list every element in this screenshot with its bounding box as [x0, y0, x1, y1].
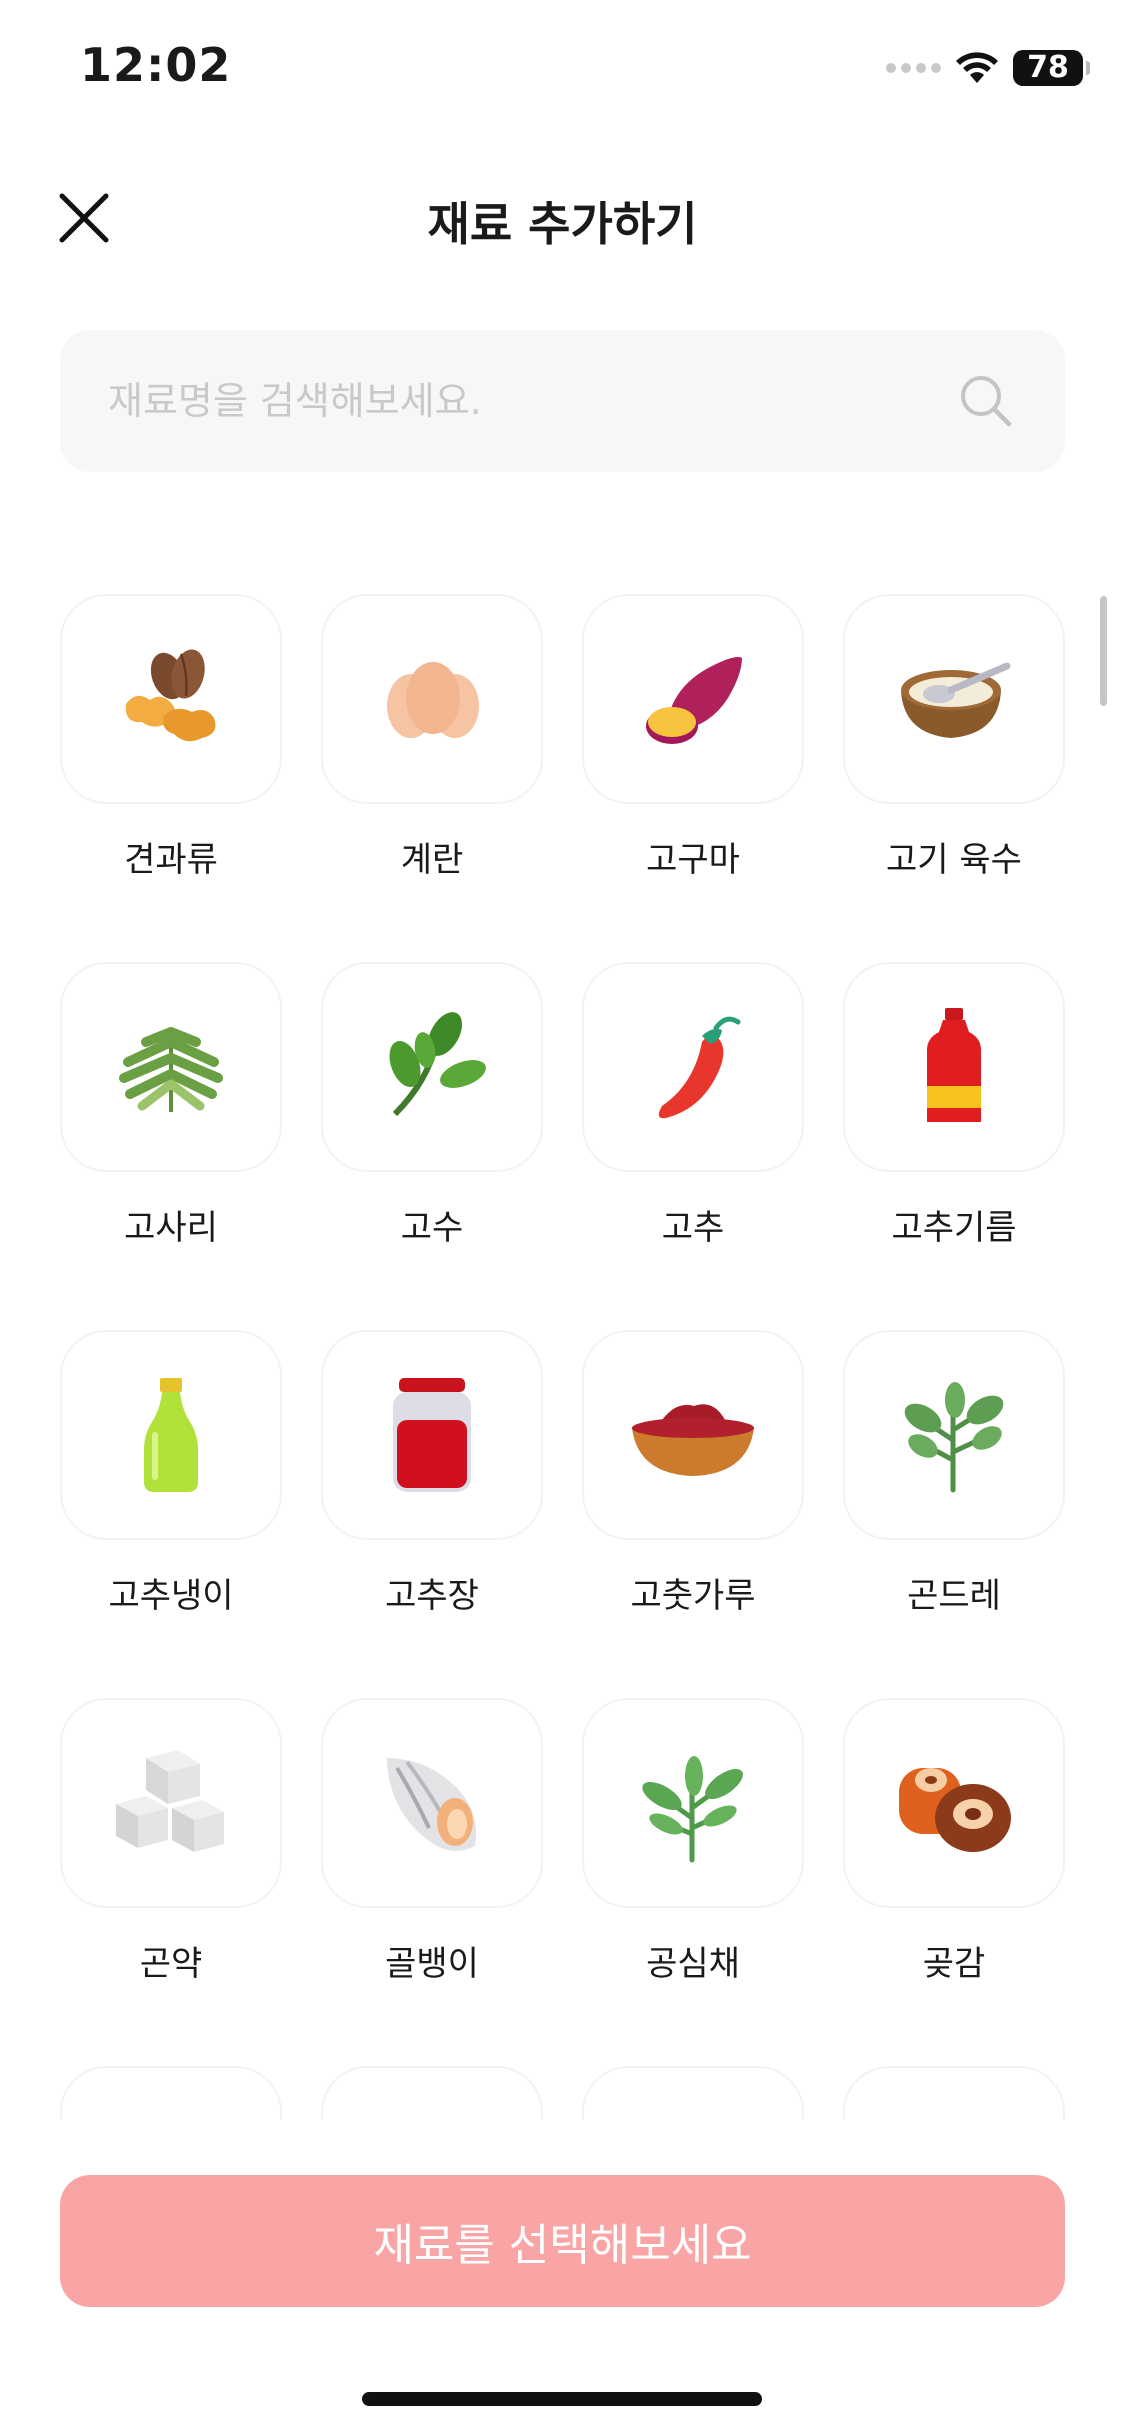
coriander-icon — [389, 1012, 486, 1117]
ingredient-grid-scroll[interactable]: 견과류 계란 고구마 고기 육수 고사리 고수 고추 고추기름 고추냉이 고추장… — [0, 560, 1125, 2120]
ingredient-label: 고추장 — [385, 1576, 479, 1616]
ingredient-tile — [843, 1330, 1065, 1540]
chili-oil-bottle-icon — [927, 1008, 981, 1122]
ingredient-tile — [60, 1330, 282, 1540]
ingredient-tile — [321, 962, 543, 1172]
gochujang-jar-icon — [393, 1378, 471, 1492]
ingredient-item-partial[interactable] — [582, 2066, 804, 2120]
ingredient-tile — [843, 962, 1065, 1172]
ingredient-label: 고추 — [661, 1208, 725, 1248]
ingredient-tile — [60, 1698, 282, 1908]
egg-icon — [387, 662, 479, 738]
select-ingredient-button[interactable]: 재료를 선택해보세요 — [60, 2175, 1065, 2307]
ingredient-item-coriander[interactable]: 고수 — [321, 962, 543, 1330]
konjac-cubes-icon — [116, 1750, 224, 1852]
ingredient-item-partial[interactable] — [843, 2066, 1065, 2120]
gondre-herb-icon — [904, 1382, 1004, 1493]
ingredient-item-partial[interactable] — [321, 2066, 543, 2120]
water-spinach-icon — [642, 1756, 743, 1863]
fern-icon — [119, 1027, 223, 1112]
ingredient-label: 곶감 — [922, 1944, 986, 1984]
cellular-signal-icon — [886, 63, 941, 73]
ingredient-item-partial[interactable] — [60, 2066, 282, 2120]
ingredient-tile — [582, 2066, 804, 2120]
ingredient-item-nuts[interactable]: 견과류 — [60, 594, 282, 962]
ingredient-label: 고추기름 — [891, 1208, 1017, 1248]
ingredient-item-bracken[interactable]: 고사리 — [60, 962, 282, 1330]
sea-snail-icon — [387, 1758, 477, 1851]
ingredient-item-egg[interactable]: 계란 — [321, 594, 543, 962]
wasabi-tube-icon — [144, 1378, 198, 1492]
status-bar: 12:02 78 — [0, 0, 1125, 140]
ingredient-tile — [60, 2066, 282, 2120]
ingredient-item-wasabi[interactable]: 고추냉이 — [60, 1330, 282, 1698]
nuts-icon — [125, 649, 216, 742]
chili-pepper-icon — [658, 1016, 741, 1119]
ingredient-item-chili-oil[interactable]: 고추기름 — [843, 962, 1065, 1330]
ingredient-label: 계란 — [400, 840, 464, 880]
ingredient-tile — [843, 1698, 1065, 1908]
ingredient-item-gochujang[interactable]: 고추장 — [321, 1330, 543, 1698]
ingredient-item-konjac[interactable]: 곤약 — [60, 1698, 282, 2066]
ingredient-item-meat-broth[interactable]: 고기 육수 — [843, 594, 1065, 962]
ingredient-label: 곤드레 — [907, 1576, 1001, 1616]
ingredient-tile — [60, 962, 282, 1172]
add-ingredient-screen: 12:02 78 재료 추가하기 재료명을 검색해보세요. 견과류 계란 고구마… — [0, 0, 1125, 2436]
ingredient-label: 고추냉이 — [108, 1576, 234, 1616]
home-indicator[interactable] — [362, 2392, 762, 2406]
ingredient-item-sea-snail[interactable]: 골뱅이 — [321, 1698, 543, 2066]
page-title: 재료 추가하기 — [427, 197, 698, 251]
ingredient-label: 고춧가루 — [630, 1576, 756, 1616]
ingredient-tile — [321, 1330, 543, 1540]
header: 재료 추가하기 — [0, 160, 1125, 270]
sweet-potato-icon — [646, 657, 742, 744]
search-bar — [60, 330, 1065, 472]
status-time: 12:02 — [80, 38, 232, 92]
ingredient-tile — [843, 2066, 1065, 2120]
ingredient-label: 고구마 — [646, 840, 740, 880]
ingredient-tile — [582, 962, 804, 1172]
scrollbar[interactable] — [1100, 596, 1107, 706]
ingredient-label: 고사리 — [124, 1208, 218, 1248]
broth-bowl-icon — [901, 662, 1011, 738]
ingredient-grid: 견과류 계란 고구마 고기 육수 고사리 고수 고추 고추기름 고추냉이 고추장… — [60, 594, 1065, 2120]
ingredient-label: 공심채 — [646, 1944, 740, 1984]
ingredient-label: 견과류 — [124, 840, 218, 880]
chili-powder-bowl-icon — [632, 1404, 754, 1476]
ingredient-item-sweet-potato[interactable]: 고구마 — [582, 594, 804, 962]
search-input[interactable] — [108, 330, 968, 472]
ingredient-tile — [321, 594, 543, 804]
ingredient-tile — [321, 1698, 543, 1908]
ingredient-item-chili-powder[interactable]: 고춧가루 — [582, 1330, 804, 1698]
ingredient-label: 곤약 — [139, 1944, 203, 1984]
ingredient-tile — [843, 594, 1065, 804]
ingredient-item-chili-pepper[interactable]: 고추 — [582, 962, 804, 1330]
dried-persimmon-icon — [899, 1768, 1011, 1852]
ingredient-tile — [321, 2066, 543, 2120]
ingredient-label: 고기 육수 — [886, 840, 1022, 880]
ingredient-item-water-spinach[interactable]: 공심채 — [582, 1698, 804, 2066]
ingredient-tile — [582, 1698, 804, 1908]
ingredient-item-gondre[interactable]: 곤드레 — [843, 1330, 1065, 1698]
ingredient-tile — [582, 1330, 804, 1540]
ingredient-tile — [60, 594, 282, 804]
ingredient-label: 고수 — [400, 1208, 464, 1248]
wifi-icon — [956, 52, 998, 83]
ingredient-label: 골뱅이 — [385, 1944, 479, 1984]
ingredient-tile — [582, 594, 804, 804]
battery-icon: 78 — [1013, 50, 1090, 86]
search-icon[interactable] — [955, 370, 1017, 432]
status-indicators: 78 — [886, 48, 1090, 88]
ingredient-item-dried-persimmon[interactable]: 곶감 — [843, 1698, 1065, 2066]
